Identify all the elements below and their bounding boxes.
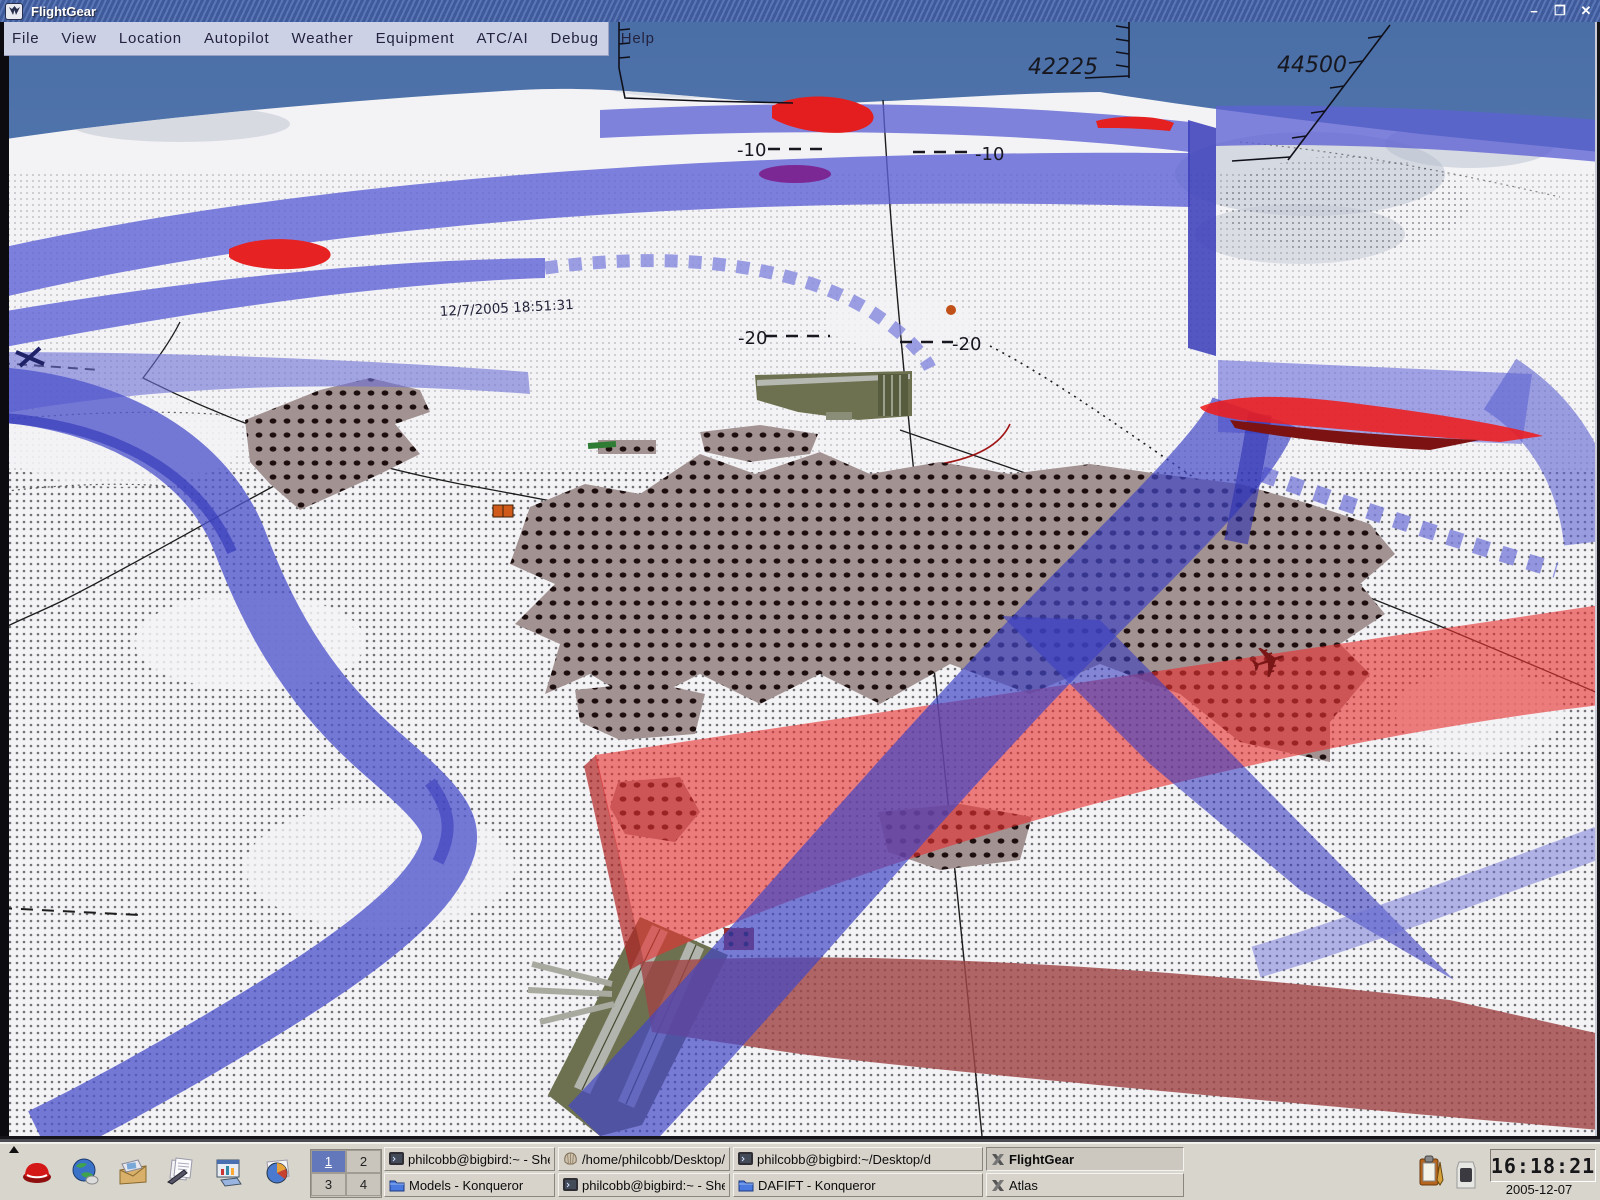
task-label: /home/philcobb/Desktop/dafif- [582, 1152, 725, 1167]
task-label: Models - Konqueror [409, 1178, 523, 1193]
isotherm-label: -10 [975, 144, 1004, 165]
menu-atc-ai[interactable]: ATC/AI [465, 30, 539, 47]
hud-altitude-value: 44500 [1277, 53, 1347, 78]
window-border [1595, 22, 1600, 1136]
digital-clock[interactable]: 16:18:21 [1490, 1149, 1596, 1182]
task-label: Atlas [1009, 1178, 1038, 1193]
kicker-panel: 1 2 3 4 philcobb@bigbird:~ - Shell - K M… [0, 1142, 1600, 1200]
window-title: FlightGear [31, 4, 96, 19]
viewport-left-edge [0, 22, 9, 1136]
email-icon[interactable] [114, 1153, 152, 1191]
maximize-button[interactable]: ❐ [1550, 2, 1570, 20]
konsole-icon [563, 1178, 578, 1192]
task-button[interactable]: philcobb@bigbird:~/Desktop/d [733, 1147, 983, 1171]
task-button[interactable]: Atlas [986, 1173, 1184, 1197]
task-button[interactable]: philcobb@bigbird:~ - Shell - K [558, 1173, 730, 1197]
tray-device-icon[interactable] [1454, 1160, 1478, 1197]
menu-location[interactable]: Location [108, 30, 193, 47]
desktop: ✈ -10 -10 -20 -20 12/7/2005 18:51:31 [0, 0, 1600, 1200]
pager-desktop-3[interactable]: 3 [311, 1173, 346, 1196]
pager-desktop-4[interactable]: 4 [346, 1173, 381, 1196]
konsole-icon [738, 1152, 753, 1166]
presentation-icon[interactable] [210, 1153, 248, 1191]
kmenu-redhat-icon[interactable] [18, 1153, 56, 1191]
weather-cell-purple [759, 165, 831, 183]
minimize-button[interactable]: − [1524, 2, 1544, 20]
task-label: philcobb@bigbird:~ - Shell - K [582, 1178, 725, 1193]
menu-weather[interactable]: Weather [281, 30, 365, 47]
isotherm-label: -20 [738, 328, 767, 349]
menu-view[interactable]: View [50, 30, 107, 47]
task-label: philcobb@bigbird:~/Desktop/d [757, 1152, 931, 1167]
window-menu-icon[interactable] [5, 3, 23, 20]
web-browser-icon[interactable] [66, 1153, 104, 1191]
task-button[interactable]: /home/philcobb/Desktop/dafif- [558, 1147, 730, 1171]
window-titlebar[interactable]: FlightGear − ❐ ✕ [0, 0, 1600, 22]
task-button[interactable]: Models - Konqueror [384, 1173, 555, 1197]
menubar: File View Location Autopilot Weather Equ… [4, 22, 609, 56]
task-button-active[interactable]: FlightGear [986, 1147, 1184, 1171]
menu-equipment[interactable]: Equipment [365, 30, 466, 47]
spreadsheet-pie-icon[interactable] [258, 1153, 296, 1191]
close-button[interactable]: ✕ [1576, 2, 1596, 20]
task-label: FlightGear [1009, 1152, 1074, 1167]
menu-autopilot[interactable]: Autopilot [193, 30, 281, 47]
menu-help[interactable]: Help [610, 30, 666, 47]
desktop-pager: 1 2 3 4 [310, 1149, 382, 1198]
task-label: philcobb@bigbird:~ - Shell - K [408, 1152, 550, 1167]
task-button[interactable]: DAFIFT - Konqueror [733, 1173, 983, 1197]
pager-desktop-1[interactable]: 1 [311, 1150, 346, 1173]
pager-desktop-2[interactable]: 2 [346, 1150, 381, 1173]
x11-icon [991, 1179, 1005, 1192]
clock-date: 2005-12-07 [1478, 1182, 1600, 1197]
isotherm-label: -20 [952, 334, 981, 355]
hud-altitude-value: 42225 [1028, 55, 1098, 80]
folder-icon [738, 1179, 754, 1192]
isotherm-label: -10 [737, 140, 766, 161]
menu-file[interactable]: File [4, 30, 50, 47]
task-label: DAFIFT - Konqueror [758, 1178, 876, 1193]
x11-icon [991, 1153, 1005, 1166]
menu-debug[interactable]: Debug [540, 30, 610, 47]
flightgear-3d-view[interactable]: ✈ -10 -10 -20 -20 12/7/2005 18:51:31 [0, 22, 1600, 1136]
konsole-icon [389, 1152, 404, 1166]
word-processor-icon[interactable] [162, 1153, 200, 1191]
clock-time: 16:18:21 [1491, 1154, 1595, 1178]
shell-icon [563, 1152, 578, 1166]
klipper-icon[interactable] [1416, 1154, 1446, 1195]
panel-hide-arrow-icon[interactable] [9, 1146, 19, 1153]
task-list: philcobb@bigbird:~ - Shell - K Models - … [384, 1147, 1190, 1200]
task-button[interactable]: philcobb@bigbird:~ - Shell - K [384, 1147, 555, 1171]
folder-icon [389, 1179, 405, 1192]
